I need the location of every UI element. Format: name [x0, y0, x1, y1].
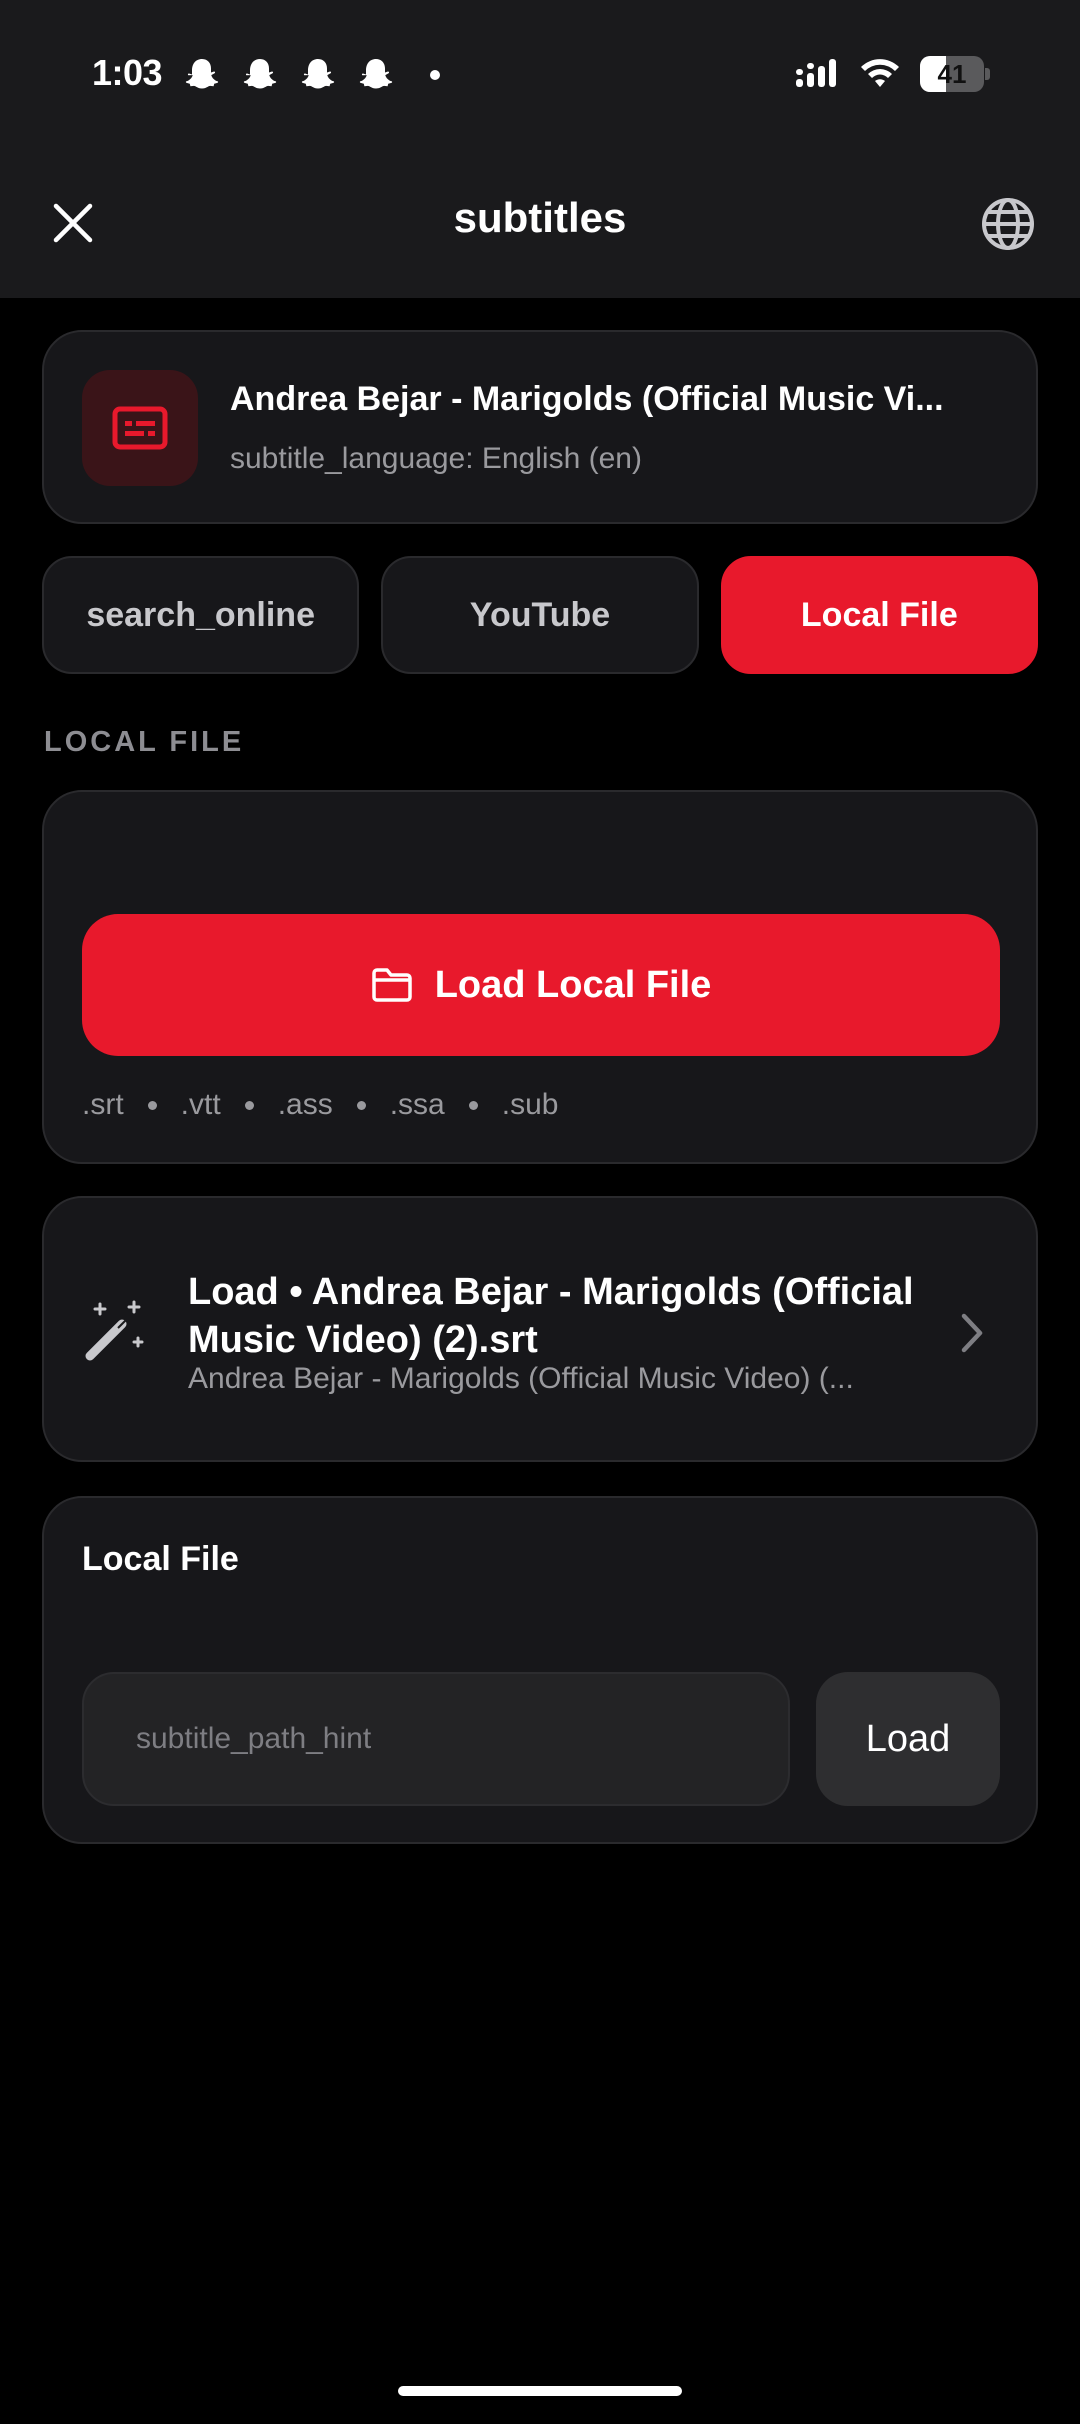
separator-dot	[244, 1100, 254, 1110]
page-title: subtitles	[453, 194, 627, 241]
tab-youtube[interactable]: YouTube	[381, 556, 699, 674]
globe-icon	[982, 198, 1034, 250]
system-icons: 41	[794, 56, 990, 92]
section-label: LOCAL FILE	[44, 726, 245, 758]
notification-icons	[184, 56, 440, 94]
supported-extensions: .srt .vtt .ass .ssa .sub	[82, 1088, 558, 1122]
recent-subtitle-title: Load • Andrea Bejar - Marigolds (Officia…	[188, 1271, 914, 1361]
status-time: 1:03	[92, 52, 163, 93]
snapchat-icon	[243, 59, 277, 89]
snapchat-icon	[185, 59, 219, 89]
snapchat-icon	[301, 59, 335, 89]
separator-dot	[356, 1100, 366, 1110]
recent-subtitle-item[interactable]: Load • Andrea Bejar - Marigolds (Officia…	[42, 1196, 1038, 1462]
extension-label: .srt	[82, 1088, 124, 1121]
snapchat-icon	[359, 59, 393, 89]
subtitle-language: subtitle_language: English (en)	[230, 442, 642, 475]
extension-label: .vtt	[180, 1088, 221, 1121]
subtitles-icon	[112, 406, 168, 450]
local-file-card: Load Local File .srt .vtt .ass .ssa .sub	[42, 790, 1038, 1164]
folder-icon	[371, 968, 412, 1002]
status-bar: 1:03 41	[0, 0, 1080, 150]
load-local-file-label: Load Local File	[434, 963, 712, 1006]
load-local-file-button[interactable]: Load Local File	[82, 914, 1000, 1056]
separator-dot	[468, 1100, 478, 1110]
source-tabs: search_online YouTube Local File	[42, 556, 1038, 674]
chevron-right-icon	[961, 1313, 983, 1353]
video-info-card: Andrea Bejar - Marigolds (Official Music…	[42, 330, 1038, 524]
battery-percent: 41	[937, 59, 967, 89]
path-entry-card: Local File Load	[42, 1496, 1038, 1844]
subtitle-path-input[interactable]	[82, 1672, 790, 1806]
separator-dot	[147, 1100, 157, 1110]
path-entry-label: Local File	[82, 1540, 239, 1578]
subtitle-icon-badge	[82, 370, 198, 486]
tab-local-file[interactable]: Local File	[720, 556, 1038, 674]
video-title: Andrea Bejar - Marigolds (Official Music…	[230, 380, 944, 418]
recent-subtitle-filename: Andrea Bejar - Marigolds (Official Music…	[188, 1362, 854, 1395]
language-button[interactable]	[976, 192, 1040, 256]
tab-search-online[interactable]: search_online	[42, 556, 360, 674]
battery-indicator: 41	[920, 56, 990, 92]
path-load-button[interactable]: Load	[816, 1672, 1000, 1806]
wifi-icon	[861, 59, 899, 87]
more-notifications-dot	[430, 70, 440, 80]
magic-wand-icon	[85, 1300, 144, 1361]
extension-label: .ssa	[389, 1088, 445, 1121]
cellular-signal-icon	[796, 59, 836, 87]
header: subtitles	[0, 170, 1080, 280]
extension-label: .ass	[277, 1088, 333, 1121]
home-indicator[interactable]	[398, 2386, 682, 2396]
extension-label: .sub	[501, 1088, 559, 1121]
